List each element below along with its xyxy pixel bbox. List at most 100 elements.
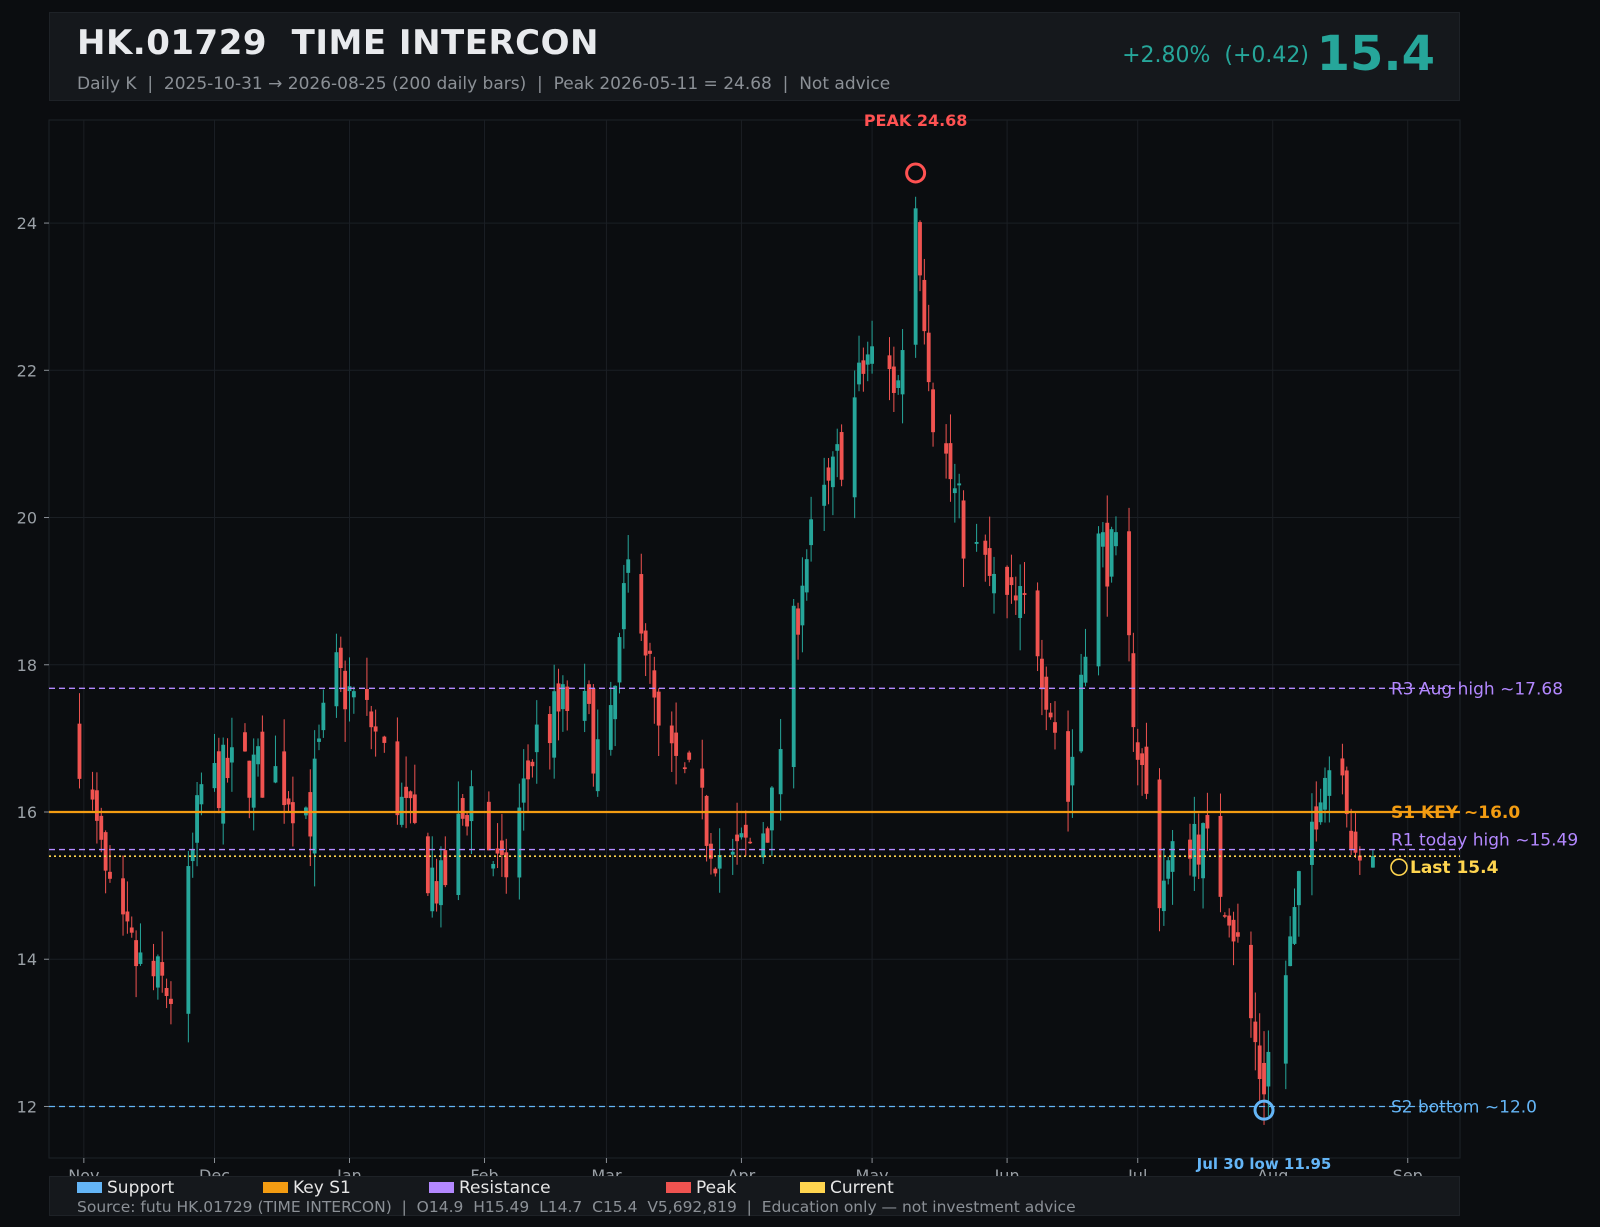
- candle-body: [1144, 746, 1149, 794]
- candle-body: [1013, 595, 1018, 601]
- candle-body: [134, 940, 139, 967]
- legend-support: Support: [77, 1178, 174, 1198]
- candle-body: [382, 736, 387, 743]
- candle-body: [1048, 712, 1053, 718]
- candle: [839, 424, 844, 487]
- candle-body: [469, 786, 474, 822]
- candle-body: [1127, 531, 1131, 636]
- candle-body: [229, 747, 234, 763]
- candle-body: [961, 500, 966, 559]
- candle-body: [1201, 823, 1205, 879]
- candle-body: [1066, 731, 1070, 802]
- candle-body: [338, 647, 343, 669]
- candle-body: [1161, 880, 1166, 912]
- candle-body: [430, 867, 435, 912]
- candle-body: [312, 758, 317, 854]
- candle-body: [94, 790, 99, 821]
- candle-body: [769, 787, 774, 831]
- candle-body: [952, 488, 957, 494]
- candle: [913, 196, 918, 358]
- candle-body: [1253, 1021, 1258, 1043]
- candle-body: [857, 362, 861, 385]
- candle-body: [643, 630, 648, 656]
- candle-body: [896, 380, 901, 388]
- y-tick-label: 20: [17, 509, 37, 528]
- candlestick-chart: 12141618202224NovDecJanFebMarAprMayJunJu…: [17, 111, 1579, 1185]
- candle-body: [1327, 770, 1332, 796]
- candle-body: [1222, 915, 1227, 917]
- candle-body: [1344, 770, 1349, 815]
- candle-body: [1022, 593, 1027, 595]
- candle-body: [674, 732, 679, 756]
- candle-body: [739, 833, 744, 838]
- candle-body: [534, 724, 539, 753]
- candle-body: [1096, 533, 1101, 667]
- candle-body: [343, 670, 348, 710]
- candle-body: [1100, 532, 1105, 547]
- candle-body: [199, 784, 204, 805]
- candle-body: [761, 833, 766, 858]
- candle-body: [765, 828, 770, 843]
- y-tick-label: 22: [17, 361, 37, 380]
- candle-body: [395, 741, 400, 816]
- y-tick-label: 24: [17, 214, 37, 233]
- plot-area: [48, 119, 1461, 1159]
- candle-body: [1005, 566, 1010, 595]
- candle-body: [1035, 590, 1040, 657]
- candle-body: [887, 355, 892, 370]
- candle-body: [1105, 522, 1110, 587]
- candle: [1096, 526, 1101, 676]
- candle: [186, 850, 191, 1043]
- level-label-s1: S1 KEY ~16.0: [1391, 803, 1520, 823]
- candle-body: [621, 583, 626, 630]
- candle-body: [613, 685, 618, 720]
- candle-body: [861, 360, 866, 374]
- candle-body: [321, 702, 326, 731]
- legend-current: Current: [800, 1178, 894, 1198]
- candle-body: [926, 332, 931, 383]
- candle-body: [526, 760, 530, 780]
- candle-body: [1349, 830, 1354, 849]
- candle-body: [913, 208, 918, 345]
- candle-body: [256, 746, 260, 765]
- candle-body: [412, 794, 417, 823]
- legend-peak: Peak: [666, 1178, 736, 1198]
- level-label-s2: S2 bottom ~12.0: [1391, 1097, 1537, 1117]
- candle-body: [351, 691, 356, 698]
- candle-body: [243, 732, 247, 752]
- candle-body: [99, 815, 104, 840]
- candle-body: [565, 686, 570, 711]
- candle-body: [552, 691, 557, 758]
- candle-body: [129, 927, 134, 933]
- candle-body: [434, 881, 439, 904]
- level-label-last: Last 15.4: [1410, 858, 1499, 878]
- chart-footer: Support Key S1 Resistance Peak Current S…: [49, 1176, 1460, 1216]
- candle-body: [1040, 658, 1044, 690]
- y-tick-label: 12: [17, 1097, 37, 1116]
- candle: [791, 598, 796, 789]
- candle-body: [595, 739, 600, 792]
- candle-body: [212, 763, 217, 789]
- candle-body: [839, 432, 844, 480]
- candle-body: [491, 864, 496, 869]
- candle-body: [1135, 742, 1140, 760]
- level-label-r3: R3 Aug high ~17.68: [1391, 679, 1563, 699]
- candle-body: [1166, 860, 1171, 879]
- candle-body: [286, 798, 291, 805]
- candle-body: [164, 987, 169, 996]
- candle-body: [125, 911, 130, 922]
- candle-body: [373, 726, 378, 732]
- candle-body: [865, 354, 870, 365]
- candle-body: [465, 815, 469, 827]
- candle-body: [1235, 932, 1240, 937]
- candle-body: [870, 346, 875, 364]
- candle-body: [1053, 722, 1057, 733]
- candle-body: [987, 548, 992, 576]
- candle-body: [796, 608, 800, 635]
- candle-body: [247, 760, 252, 798]
- candle-body: [1257, 1045, 1262, 1080]
- candle-body: [1109, 529, 1114, 577]
- candle-body: [626, 559, 631, 573]
- candle-body: [735, 834, 740, 842]
- candle-body: [1283, 975, 1288, 1064]
